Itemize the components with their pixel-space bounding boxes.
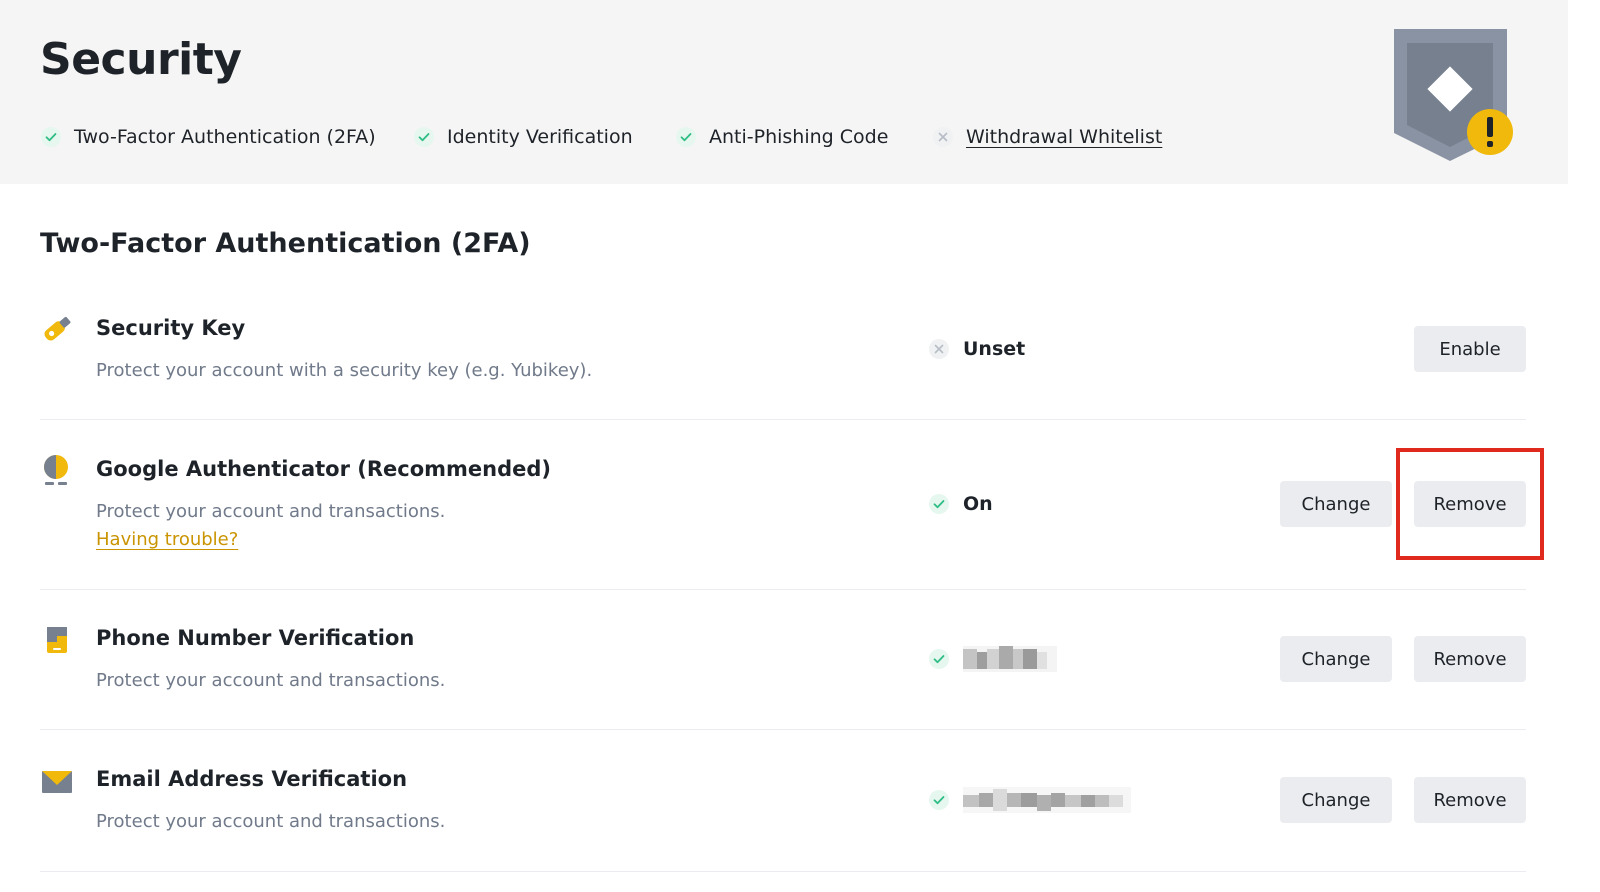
row-title: Email Address Verification bbox=[96, 767, 408, 791]
remove-email-button[interactable]: Remove bbox=[1414, 777, 1526, 823]
security-header: Security Two-Factor Authentication (2FA)… bbox=[0, 0, 1568, 184]
having-trouble-link[interactable]: Having trouble? bbox=[96, 529, 238, 550]
shield-warning-icon bbox=[1394, 29, 1518, 163]
change-google-authenticator-button[interactable]: Change bbox=[1280, 481, 1392, 527]
status-badge bbox=[928, 785, 1131, 815]
row-title: Google Authenticator (Recommended) bbox=[96, 457, 551, 481]
remove-google-authenticator-button[interactable]: Remove bbox=[1414, 481, 1526, 527]
masked-email-address bbox=[963, 787, 1131, 813]
x-circle-icon bbox=[928, 338, 950, 360]
change-phone-button[interactable]: Change bbox=[1280, 636, 1392, 682]
checklist-item-withdrawal-whitelist[interactable]: Withdrawal Whitelist bbox=[932, 122, 1162, 152]
email-icon bbox=[40, 764, 74, 798]
row-description: Protect your account and transactions. bbox=[96, 670, 446, 691]
check-circle-icon bbox=[928, 648, 950, 670]
list-item-email-verification: Email Address Verification Protect your … bbox=[40, 730, 1526, 872]
row-description: Protect your account and transactions. bbox=[96, 501, 446, 522]
list-item-google-authenticator: Google Authenticator (Recommended) Prote… bbox=[40, 420, 1526, 590]
row-title: Security Key bbox=[96, 316, 246, 340]
status-text: On bbox=[963, 493, 993, 515]
x-circle-icon bbox=[932, 126, 954, 148]
check-circle-icon bbox=[413, 126, 435, 148]
checklist-item-label: Two-Factor Authentication (2FA) bbox=[74, 126, 376, 148]
enable-security-key-button[interactable]: Enable bbox=[1414, 326, 1526, 372]
checklist-item-identity-verification: Identity Verification bbox=[413, 122, 633, 152]
divider bbox=[40, 871, 1526, 872]
section-title: Two-Factor Authentication (2FA) bbox=[40, 228, 531, 259]
security-key-icon bbox=[40, 312, 74, 346]
check-circle-icon bbox=[40, 126, 62, 148]
google-authenticator-icon bbox=[40, 453, 74, 487]
row-description: Protect your account and transactions. bbox=[96, 811, 446, 832]
status-badge: Unset bbox=[928, 334, 1025, 364]
list-item-security-key: Security Key Protect your account with a… bbox=[40, 300, 1526, 420]
checklist-item-label: Anti-Phishing Code bbox=[709, 126, 889, 148]
row-title: Phone Number Verification bbox=[96, 626, 415, 650]
check-circle-icon bbox=[928, 493, 950, 515]
change-email-button[interactable]: Change bbox=[1280, 777, 1392, 823]
withdrawal-whitelist-link[interactable]: Withdrawal Whitelist bbox=[966, 126, 1162, 148]
status-badge: On bbox=[928, 489, 993, 519]
list-item-phone-verification: Phone Number Verification Protect your a… bbox=[40, 590, 1526, 730]
checklist-item-label: Identity Verification bbox=[447, 126, 633, 148]
remove-phone-button[interactable]: Remove bbox=[1414, 636, 1526, 682]
page-title: Security bbox=[40, 34, 242, 85]
row-description: Protect your account with a security key… bbox=[96, 360, 593, 381]
masked-phone-number bbox=[963, 646, 1057, 672]
phone-icon bbox=[40, 623, 74, 657]
status-badge bbox=[928, 644, 1057, 674]
status-text: Unset bbox=[963, 338, 1026, 360]
check-circle-icon bbox=[675, 126, 697, 148]
checklist-item-2fa: Two-Factor Authentication (2FA) bbox=[40, 122, 376, 152]
checklist-item-anti-phishing: Anti-Phishing Code bbox=[675, 122, 888, 152]
check-circle-icon bbox=[928, 789, 950, 811]
